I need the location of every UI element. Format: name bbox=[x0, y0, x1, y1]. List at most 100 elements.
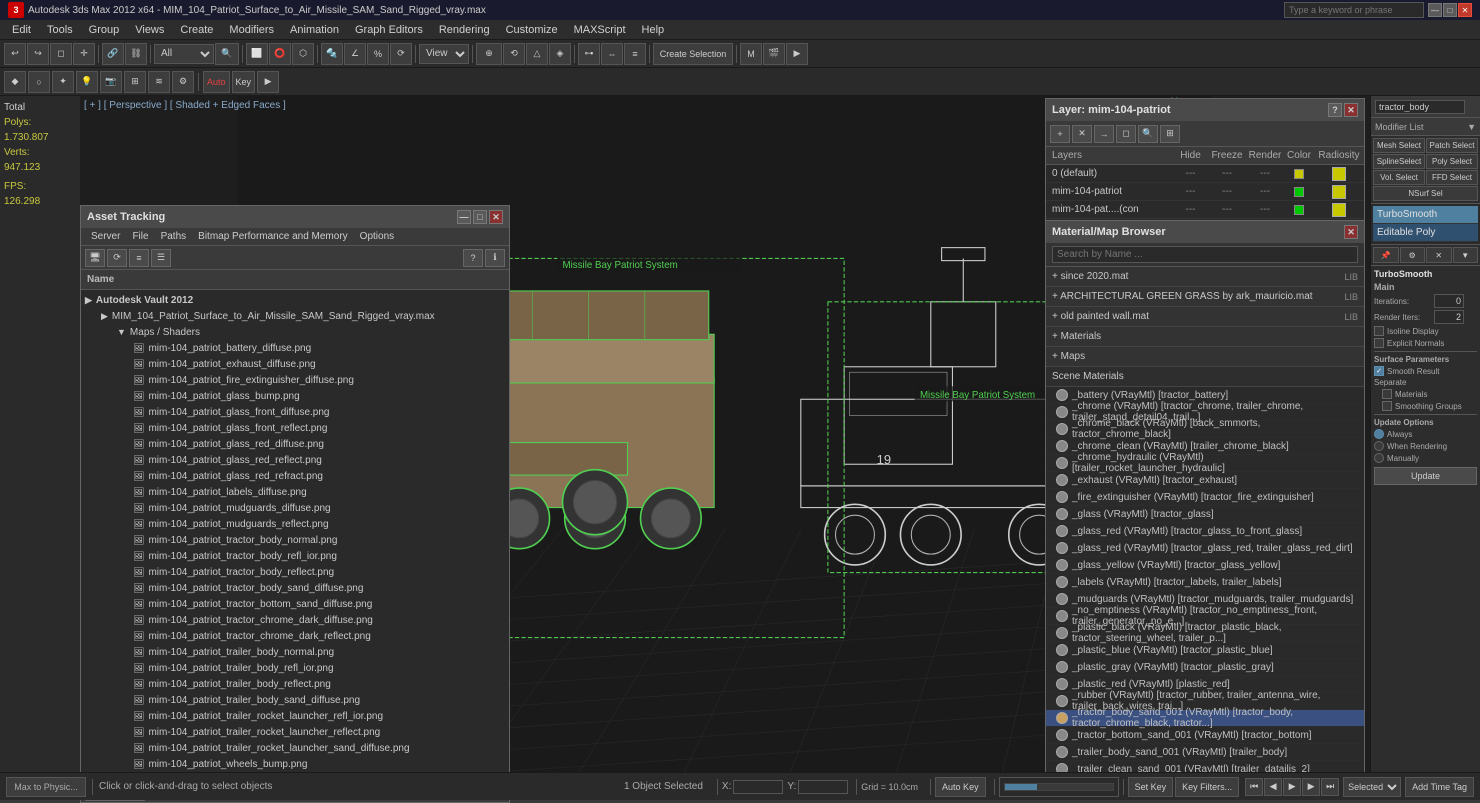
smoothing-groups-checkbox[interactable] bbox=[1382, 401, 1392, 411]
editable-poly-stack-item[interactable]: Editable Poly bbox=[1373, 224, 1478, 242]
view-select[interactable]: View bbox=[419, 44, 469, 64]
mat-item-10[interactable]: _glass_yellow (VRayMtl) [tractor_glass_y… bbox=[1046, 557, 1364, 574]
spacewarps-btn[interactable]: ≋ bbox=[148, 71, 170, 93]
asset-file-23[interactable]: 🖼 mim-104_patriot_trailer_rocket_launche… bbox=[81, 708, 509, 724]
material-browser-header[interactable]: Material/Map Browser ✕ bbox=[1046, 221, 1364, 243]
object-name-input[interactable] bbox=[1375, 100, 1465, 114]
autokey-button[interactable]: Auto Key bbox=[935, 777, 986, 797]
asset-menu-paths[interactable]: Paths bbox=[155, 230, 193, 243]
menu-help[interactable]: Help bbox=[634, 22, 673, 38]
snap-button[interactable]: 🔩 bbox=[321, 43, 343, 65]
menu-create[interactable]: Create bbox=[172, 22, 221, 38]
asset-file-13[interactable]: 🖼 mim-104_patriot_tractor_body_refl_ior.… bbox=[81, 548, 509, 564]
timeline-mode-select[interactable]: Selected bbox=[1343, 777, 1401, 797]
asset-file-0[interactable]: 🖼 mim-104_patriot_battery_diffuse.png bbox=[81, 340, 509, 356]
angle-snap-button[interactable]: ∠ bbox=[344, 43, 366, 65]
asset-file-14[interactable]: 🖼 mim-104_patriot_tractor_body_reflect.p… bbox=[81, 564, 509, 580]
asset-file-8[interactable]: 🖼 mim-104_patriot_glass_red_refract.png bbox=[81, 468, 509, 484]
go-start-button[interactable]: ⏮ bbox=[1245, 778, 1263, 796]
asset-file[interactable]: ▶ MIM_104_Patriot_Surface_to_Air_Missile… bbox=[81, 308, 509, 324]
when-rendering-radio[interactable] bbox=[1374, 441, 1384, 451]
create-selection-button[interactable]: Create Selection bbox=[653, 43, 733, 65]
asset-file-25[interactable]: 🖼 mim-104_patriot_trailer_rocket_launche… bbox=[81, 740, 509, 756]
max-to-physic-button[interactable]: Max to Physic... bbox=[6, 777, 86, 797]
pivot-button[interactable]: ⊶ bbox=[578, 43, 600, 65]
asset-info-btn[interactable]: ℹ bbox=[485, 249, 505, 267]
asset-file-11[interactable]: 🖼 mim-104_patriot_mudguards_reflect.png bbox=[81, 516, 509, 532]
mat-item-11[interactable]: _labels (VRayMtl) [tractor_labels, trail… bbox=[1046, 574, 1364, 591]
mat-item-2[interactable]: _chrome_black (VRayMtl) [back_smmorts, t… bbox=[1046, 421, 1364, 438]
asset-file-19[interactable]: 🖼 mim-104_patriot_trailer_body_normal.pn… bbox=[81, 644, 509, 660]
layer-highlight-btn[interactable]: 🔍 bbox=[1138, 125, 1158, 143]
mat-item-20[interactable]: _tractor_bottom_sand_001 (VRayMtl) [trac… bbox=[1046, 727, 1364, 744]
ffd-select-button[interactable]: FFD Select bbox=[1426, 170, 1478, 185]
mat-item-9[interactable]: _glass_red (VRayMtl) [tractor_glass_red,… bbox=[1046, 540, 1364, 557]
smooth-result-checkbox[interactable]: ✓ bbox=[1374, 366, 1384, 376]
vol-select-button[interactable]: Vol. Select bbox=[1373, 170, 1425, 185]
isoline-checkbox[interactable] bbox=[1374, 326, 1384, 336]
turbosmooth-stack-item[interactable]: TurboSmooth bbox=[1373, 206, 1478, 224]
material-search-input[interactable] bbox=[1052, 246, 1358, 263]
mat-item-19[interactable]: _tractor_body_sand_001 (VRayMtl) [tracto… bbox=[1046, 710, 1364, 727]
asset-menu-server[interactable]: Server bbox=[85, 230, 126, 243]
patch-select-button[interactable]: Patch Select bbox=[1426, 138, 1478, 153]
rotate-transform-button[interactable]: ⟲ bbox=[503, 43, 525, 65]
asset-tracking-header[interactable]: Asset Tracking — □ ✕ bbox=[81, 206, 509, 228]
x-input[interactable] bbox=[733, 780, 783, 794]
asset-file-26[interactable]: 🖼 mim-104_patriot_wheels_bump.png bbox=[81, 756, 509, 772]
set-key-btn[interactable]: Key bbox=[232, 71, 256, 93]
spinner-snap-button[interactable]: ⟳ bbox=[390, 43, 412, 65]
asset-file-17[interactable]: 🖼 mim-104_patriot_tractor_chrome_dark_di… bbox=[81, 612, 509, 628]
menu-customize[interactable]: Customize bbox=[498, 22, 566, 38]
asset-file-4[interactable]: 🖼 mim-104_patriot_glass_front_diffuse.pn… bbox=[81, 404, 509, 420]
mat-section-3[interactable]: + Materials bbox=[1046, 327, 1364, 347]
play-button[interactable]: ▶ bbox=[1283, 778, 1301, 796]
asset-file-20[interactable]: 🖼 mim-104_patriot_trailer_body_refl_ior.… bbox=[81, 660, 509, 676]
nsurf-sel-button[interactable]: NSurf Sel bbox=[1373, 186, 1478, 201]
asset-file-6[interactable]: 🖼 mim-104_patriot_glass_red_diffuse.png bbox=[81, 436, 509, 452]
link-button[interactable]: 🔗 bbox=[102, 43, 124, 65]
layer-add-selection-btn[interactable]: → bbox=[1094, 125, 1114, 143]
vault-root[interactable]: ▶ Autodesk Vault 2012 bbox=[81, 292, 509, 308]
asset-list-btn[interactable]: ☰ bbox=[151, 249, 171, 267]
menu-rendering[interactable]: Rendering bbox=[431, 22, 498, 38]
next-frame-button[interactable]: ▶ bbox=[1302, 778, 1320, 796]
move-transform-button[interactable]: ⊕ bbox=[476, 43, 502, 65]
mat-item-6[interactable]: _fire_extinguisher (VRayMtl) [tractor_fi… bbox=[1046, 489, 1364, 506]
asset-help-btn[interactable]: ? bbox=[463, 249, 483, 267]
mesh-select-button[interactable]: Mesh Select bbox=[1373, 138, 1425, 153]
stack-options-button[interactable]: ▼ bbox=[1453, 247, 1479, 263]
material-tree[interactable]: + since 2020.mat LIB + ARCHITECTURAL GRE… bbox=[1046, 267, 1364, 787]
asset-refresh-btn[interactable]: ⟳ bbox=[107, 249, 127, 267]
lights-btn[interactable]: 💡 bbox=[76, 71, 98, 93]
mat-item-8[interactable]: _glass_red (VRayMtl) [tractor_glass_to_f… bbox=[1046, 523, 1364, 540]
maximize-button[interactable]: □ bbox=[1443, 3, 1457, 17]
maps-folder[interactable]: ▼ Maps / Shaders bbox=[81, 324, 509, 340]
asset-file-16[interactable]: 🖼 mim-104_patriot_tractor_bottom_sand_di… bbox=[81, 596, 509, 612]
layer-delete-btn[interactable]: ✕ bbox=[1072, 125, 1092, 143]
close-button[interactable]: ✕ bbox=[1458, 3, 1472, 17]
stack-configure-button[interactable]: ⚙ bbox=[1400, 247, 1426, 263]
menu-animation[interactable]: Animation bbox=[282, 22, 347, 38]
layer-close-button[interactable]: ✕ bbox=[1344, 103, 1358, 117]
menu-edit[interactable]: Edit bbox=[4, 22, 39, 38]
addtime-button[interactable]: Add Time Tag bbox=[1405, 777, 1474, 797]
mat-item-7[interactable]: _glass (VRayMtl) [tractor_glass] bbox=[1046, 506, 1364, 523]
layer-color-dot-2[interactable] bbox=[1294, 205, 1304, 215]
mat-item-5[interactable]: _exhaust (VRayMtl) [tractor_exhaust] bbox=[1046, 472, 1364, 489]
scale-transform-button[interactable]: △ bbox=[526, 43, 548, 65]
asset-menu-options[interactable]: Options bbox=[354, 230, 400, 243]
keyfilters-button[interactable]: Key Filters... bbox=[1175, 777, 1239, 797]
helpers-btn[interactable]: ⊞ bbox=[124, 71, 146, 93]
asset-menu-bitmap[interactable]: Bitmap Performance and Memory bbox=[192, 230, 354, 243]
manually-radio[interactable] bbox=[1374, 453, 1384, 463]
layer-color-dot-0[interactable] bbox=[1294, 169, 1304, 179]
asset-file-1[interactable]: 🖼 mim-104_patriot_exhaust_diffuse.png bbox=[81, 356, 509, 372]
layer-row-2[interactable]: mim-104-pat....(con --- --- --- bbox=[1046, 201, 1364, 219]
layer-help-button[interactable]: ? bbox=[1328, 103, 1342, 117]
squash-button[interactable]: ◈ bbox=[549, 43, 571, 65]
asset-file-24[interactable]: 🖼 mim-104_patriot_trailer_rocket_launche… bbox=[81, 724, 509, 740]
percent-snap-button[interactable]: % bbox=[367, 43, 389, 65]
asset-expand-btn[interactable]: ≡ bbox=[129, 249, 149, 267]
select-by-name-button[interactable]: 🔍 bbox=[215, 43, 239, 65]
